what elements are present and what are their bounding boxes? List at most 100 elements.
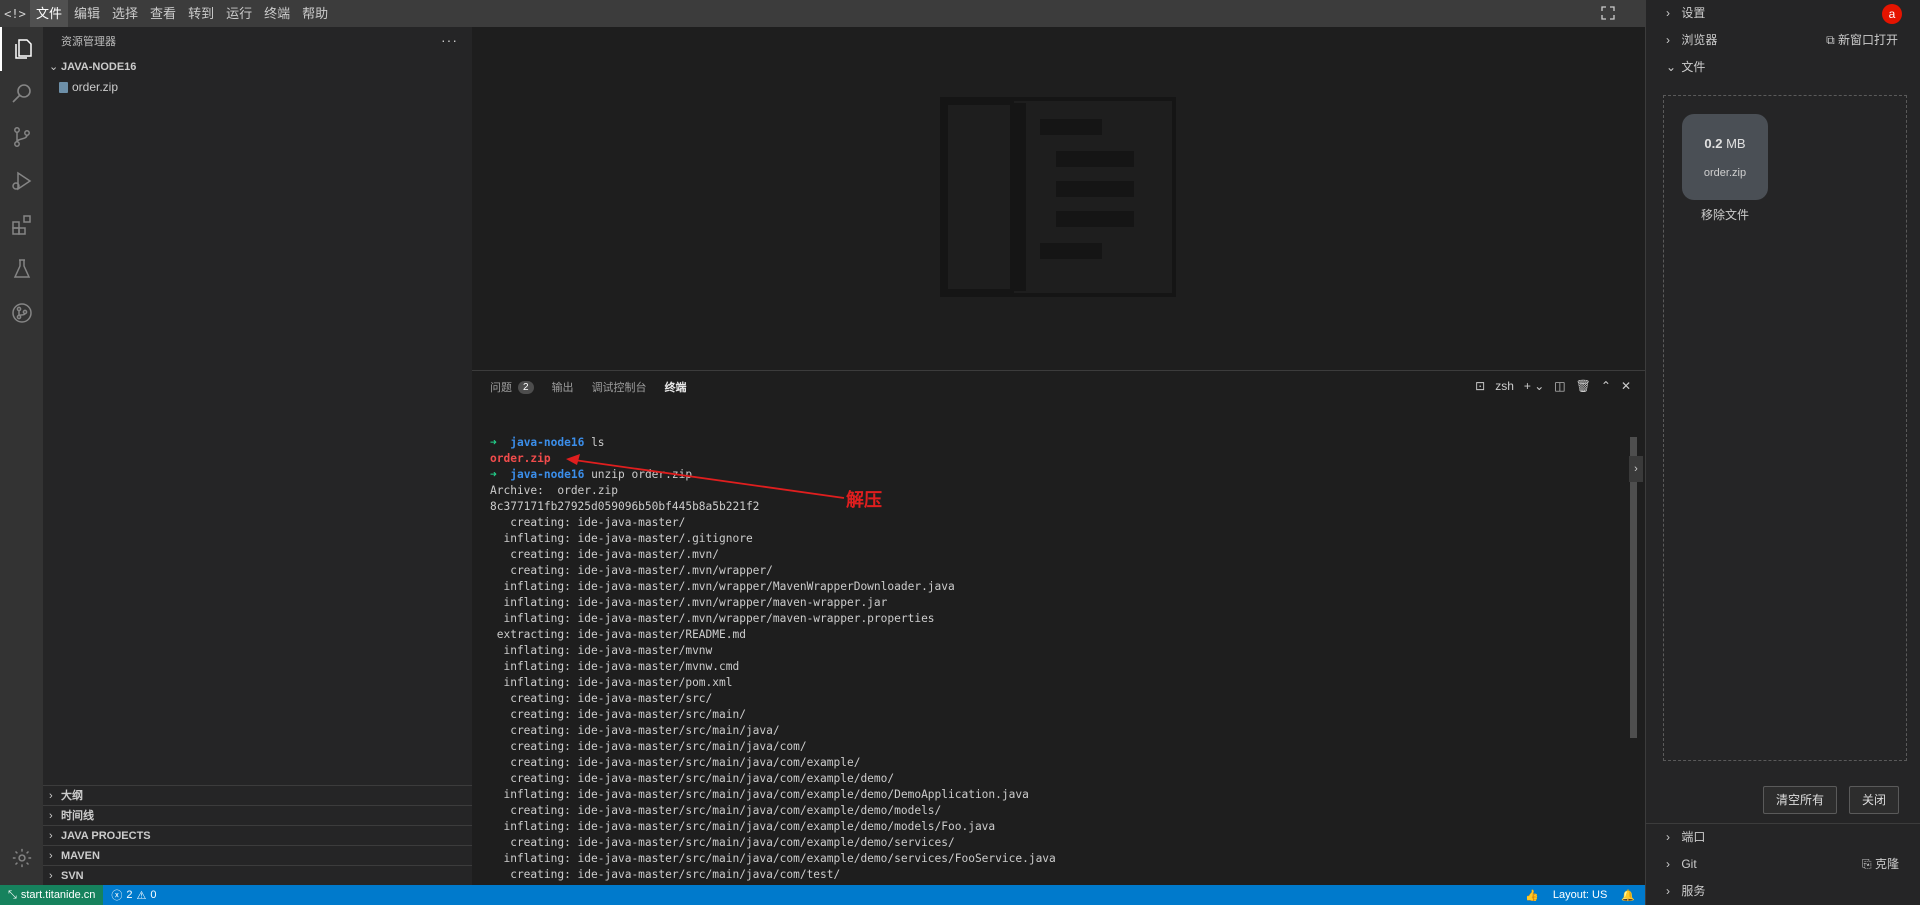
tab-label: 调试控制台 <box>591 382 647 394</box>
outline-section[interactable]: › 大纲 <box>43 785 472 805</box>
terminal-line: creating: ide-java-master/src/main/java/… <box>490 772 895 785</box>
file-card[interactable]: 0.2 MB order.zip <box>1682 114 1768 200</box>
keyboard-layout[interactable]: Layout: US <box>1553 889 1607 901</box>
fullscreen-icon[interactable] <box>1601 6 1615 20</box>
settings-gear-icon[interactable] <box>0 843 43 873</box>
shell-name[interactable]: zsh <box>1495 379 1514 393</box>
browser-row[interactable]: › 浏览器 ⧉ 新窗口打开 <box>1646 27 1920 54</box>
notifications-icon[interactable]: 🔔 <box>1621 889 1635 902</box>
prompt-arrow-icon: ➜ <box>490 468 511 481</box>
app-logo-icon: <!> <box>4 6 26 21</box>
menu-file[interactable]: 文件 <box>30 0 69 27</box>
clear-all-button[interactable]: 清空所有 <box>1763 786 1838 814</box>
extensions-icon[interactable] <box>0 203 43 247</box>
zip-file-icon <box>59 81 68 93</box>
terminal-shell-icon[interactable]: ⊡ <box>1475 379 1485 393</box>
tab-terminal[interactable]: 终端 <box>665 379 687 395</box>
remote-host: start.titanide.cn <box>20 889 96 901</box>
clone-button[interactable]: ⎘ 克隆 <box>1862 851 1899 878</box>
tab-output[interactable]: 输出 <box>552 379 574 395</box>
row-label: 服务 <box>1681 884 1706 898</box>
annotation-arrow <box>566 454 845 499</box>
file-dropzone[interactable]: 0.2 MB order.zip 移除文件 <box>1663 95 1907 761</box>
git-row[interactable]: › Git ⎘ 克隆 <box>1646 851 1920 878</box>
open-new-window-button[interactable]: ⧉ 新窗口打开 <box>1826 27 1898 54</box>
explorer-title: 资源管理器 <box>61 36 116 48</box>
project-section-header[interactable]: ⌄ JAVA-NODE16 <box>43 57 472 77</box>
new-terminal-icon[interactable]: + ⌄ <box>1524 379 1544 393</box>
section-label: 时间线 <box>61 810 94 822</box>
button-label: 新窗口打开 <box>1837 33 1898 47</box>
error-count: 2 <box>126 889 133 901</box>
chevron-down-icon: ⌄ <box>1666 60 1677 74</box>
problems-status[interactable]: ⓧ 2 ⚠ 0 <box>103 887 164 903</box>
terminal-scrollbar[interactable] <box>1630 437 1637 738</box>
git-graph-icon[interactable] <box>0 291 43 335</box>
files-row[interactable]: ⌄ 文件 <box>1646 54 1920 81</box>
terminal-line: creating: ide-java-master/src/main/java/… <box>490 740 807 753</box>
chevron-right-icon: › <box>1666 857 1670 871</box>
editor-watermark-icon <box>940 97 1176 297</box>
port-row[interactable]: › 端口 <box>1646 824 1920 851</box>
menu-selection[interactable]: 选择 <box>106 0 144 27</box>
tab-label: 问题 <box>490 382 512 394</box>
remove-file-button[interactable]: 移除文件 <box>1682 206 1768 223</box>
services-row[interactable]: › 服务 <box>1646 878 1920 905</box>
svn-section[interactable]: › SVN <box>43 865 472 885</box>
menu-go[interactable]: 转到 <box>182 0 220 27</box>
menu-help[interactable]: 帮助 <box>296 0 334 27</box>
files-icon[interactable] <box>0 27 43 71</box>
maven-section[interactable]: › MAVEN <box>43 845 472 865</box>
tab-debug-console[interactable]: 调试控制台 <box>592 379 647 395</box>
chevron-right-icon[interactable]: › <box>1629 456 1643 482</box>
terminal-line: inflating: ide-java-master/.mvn/wrapper/… <box>490 580 955 593</box>
prompt-dir: java-node16 <box>510 436 585 449</box>
more-actions-icon[interactable]: ··· <box>441 32 458 48</box>
row-label: 设置 <box>1681 6 1706 20</box>
menu-view[interactable]: 查看 <box>144 0 182 27</box>
row-label: 端口 <box>1681 830 1706 844</box>
settings-row[interactable]: › 设置 a <box>1646 0 1920 27</box>
terminal-line: creating: ide-java-master/src/main/java/… <box>490 836 955 849</box>
testing-icon[interactable] <box>0 247 43 291</box>
kill-terminal-icon[interactable]: 🗑 <box>1576 379 1591 393</box>
tab-label: 终端 <box>664 382 687 394</box>
maximize-panel-icon[interactable]: ⌃ <box>1601 379 1611 393</box>
bottom-panel: 问题 2 输出 调试控制台 终端 ⊡ zsh + ⌄ ◫ 🗑 ⌃ ✕ ➜ java… <box>472 370 1645 885</box>
menu-bar: <!> 文件 编辑 选择 查看 转到 运行 终端 帮助 <box>0 0 1645 27</box>
project-name: JAVA-NODE16 <box>61 61 137 73</box>
tab-problems[interactable]: 问题 2 <box>490 379 534 395</box>
menu-edit[interactable]: 编辑 <box>68 0 106 27</box>
source-control-icon[interactable] <box>0 115 43 159</box>
search-icon[interactable] <box>0 71 43 115</box>
split-terminal-icon[interactable]: ◫ <box>1554 379 1565 393</box>
menu-run[interactable]: 运行 <box>220 0 258 27</box>
row-label: 文件 <box>1681 60 1706 74</box>
remote-indicator[interactable]: ⤡ start.titanide.cn <box>0 885 104 905</box>
close-button[interactable]: 关闭 <box>1849 786 1900 814</box>
avatar[interactable]: a <box>1882 4 1902 24</box>
explorer-sidebar: 资源管理器 ··· ⌄ JAVA-NODE16 order.zip › 大纲 › 时间… <box>43 27 472 885</box>
warning-icon: ⚠ <box>136 889 147 902</box>
terminal-line: creating: ide-java-master/src/main/ <box>490 708 746 721</box>
terminal-line: creating: ide-java-master/.mvn/wrapper/ <box>490 564 773 577</box>
status-bar: ⤡ start.titanide.cn ⓧ 2 ⚠ 0 👍 Layout: US 🔔 <box>0 885 1645 905</box>
feedback-icon[interactable]: 👍 <box>1525 889 1539 902</box>
row-label: Git <box>1681 857 1697 871</box>
menu-terminal[interactable]: 终端 <box>258 0 296 27</box>
problems-count-badge: 2 <box>518 380 534 394</box>
terminal-line: creating: ide-java-master/src/ <box>490 692 713 705</box>
timeline-section[interactable]: › 时间线 <box>43 805 472 825</box>
section-label: SVN <box>61 870 84 882</box>
terminal-line: inflating: ide-java-master/src/main/java… <box>490 820 996 833</box>
prompt-arrow-icon: ➜ <box>490 436 511 449</box>
java-projects-section[interactable]: › JAVA PROJECTS <box>43 825 472 845</box>
close-panel-icon[interactable]: ✕ <box>1621 379 1631 393</box>
file-item-order-zip[interactable]: order.zip <box>43 77 472 97</box>
chevron-right-icon: › <box>1666 6 1670 20</box>
chevron-right-icon: › <box>49 810 53 822</box>
terminal-line: creating: ide-java-master/ <box>490 516 686 529</box>
section-label: JAVA PROJECTS <box>61 830 151 842</box>
run-debug-icon[interactable] <box>0 159 43 203</box>
terminal-line: inflating: ide-java-master/.mvn/wrapper/… <box>490 596 888 609</box>
